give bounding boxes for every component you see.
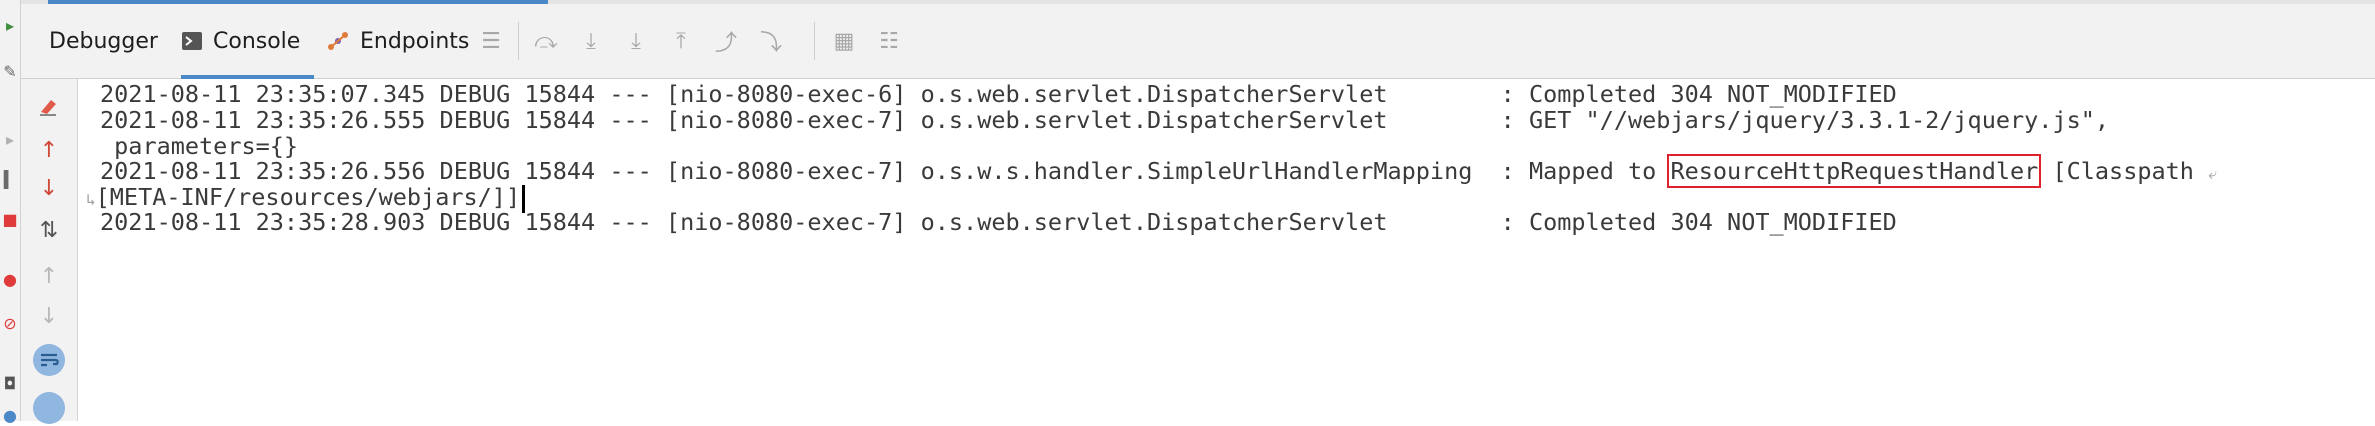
- log-line-prefix: 2021-08-11 23:35:26.556 DEBUG 15844 --- …: [100, 157, 1671, 185]
- soft-wrap-icon[interactable]: [21, 343, 77, 377]
- down-arrow-icon[interactable]: ↓: [21, 171, 77, 205]
- camera-icon[interactable]: ◘: [0, 372, 20, 394]
- tab-label: Console: [213, 28, 301, 54]
- step-into-icon[interactable]: ⤓: [621, 26, 651, 56]
- toolbar-separator: [518, 22, 519, 60]
- pause-icon[interactable]: ▸: [0, 128, 20, 150]
- stop-icon[interactable]: ▍: [0, 168, 20, 190]
- tab-label: Endpoints: [360, 28, 470, 54]
- log-line-suffix: [Classpath: [2038, 157, 2209, 185]
- log-line: 2021-08-11 23:35:26.555 DEBUG 15844 --- …: [100, 106, 2110, 134]
- drop-frame-icon[interactable]: ⤴: [711, 26, 741, 56]
- console-gutter-toolbar: ↑ ↓ ⇅ ↑ ↓: [21, 79, 78, 424]
- evaluate-expression-icon[interactable]: ▦: [829, 26, 859, 56]
- view-breakpoints-icon[interactable]: ●: [0, 268, 20, 290]
- endpoints-icon: [326, 29, 350, 53]
- console-output[interactable]: 2021-08-11 23:35:07.345 DEBUG 15844 --- …: [78, 79, 2375, 421]
- resume-icon[interactable]: ▸: [0, 14, 20, 36]
- up-arrow-icon[interactable]: ↑: [21, 133, 77, 167]
- scroll-up-icon[interactable]: ↑: [21, 259, 77, 293]
- step-over-icon[interactable]: ⤓: [576, 26, 606, 56]
- clear-all-icon[interactable]: [21, 89, 77, 123]
- scroll-to-end-icon[interactable]: [21, 391, 77, 425]
- run-to-cursor-icon[interactable]: ⤵: [756, 26, 786, 56]
- toolbar-separator: [814, 22, 815, 60]
- mute-breakpoints-icon[interactable]: ⊘: [0, 312, 20, 334]
- show-execution-point-icon[interactable]: ⤼: [531, 26, 561, 56]
- tab-debugger[interactable]: Debugger: [49, 4, 158, 78]
- debug-toolbar: Debugger Console Endpoints ☰ ⤼ ⤓ ⤓ ⤒ ⤴ ⤵…: [21, 4, 2375, 79]
- tab-endpoints[interactable]: Endpoints: [326, 4, 469, 78]
- stop-red-icon[interactable]: ■: [0, 208, 20, 230]
- settings-wrench-icon[interactable]: ✎: [0, 60, 20, 82]
- tab-console[interactable]: Console: [181, 4, 315, 79]
- soft-wrap-continue-icon: ↳: [86, 190, 96, 209]
- tab-label: Debugger: [49, 28, 158, 54]
- console-icon: [181, 31, 203, 51]
- step-out-icon[interactable]: ⤒: [666, 26, 696, 56]
- settings-icon[interactable]: ●: [0, 404, 20, 426]
- log-line: 2021-08-11 23:35:28.903 DEBUG 15844 --- …: [100, 208, 1897, 236]
- trace-icon[interactable]: ☷: [874, 26, 904, 56]
- soft-wrap-mark-icon: ⤶: [2208, 164, 2218, 183]
- left-tool-strip: ▸ ✎ ▸ ▍ ■ ● ⊘ ◘ ●: [0, 0, 21, 425]
- scroll-down-icon[interactable]: ↓: [21, 299, 77, 333]
- sort-icon[interactable]: ⇅: [21, 213, 77, 247]
- highlighted-class-name: ResourceHttpRequestHandler: [1667, 154, 2042, 188]
- menu-icon[interactable]: ☰: [476, 26, 506, 56]
